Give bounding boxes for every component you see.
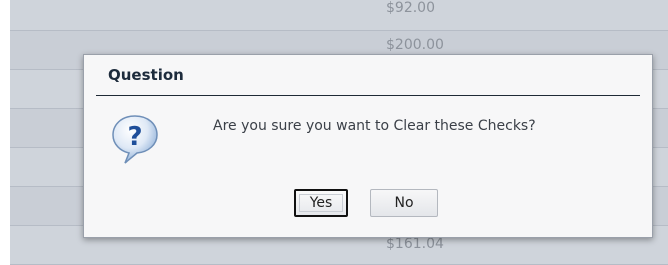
dialog-message: Are you sure you want to Clear these Che… [213, 118, 536, 134]
question-dialog: Question ? Are you sure you want to Clea… [83, 54, 653, 238]
list-row: $92.00 [10, 0, 668, 31]
question-mark-icon: ? [110, 113, 160, 165]
row-amount: $161.04 [386, 236, 444, 252]
yes-button-label: Yes [299, 194, 343, 212]
row-amount: $92.00 [386, 0, 435, 16]
left-margin [0, 0, 10, 252]
title-divider [96, 95, 640, 96]
svg-text:?: ? [127, 122, 142, 152]
dialog-title: Question [108, 66, 184, 84]
yes-button[interactable]: Yes [294, 189, 348, 217]
row-amount: $200.00 [386, 37, 444, 53]
no-button[interactable]: No [370, 189, 438, 217]
